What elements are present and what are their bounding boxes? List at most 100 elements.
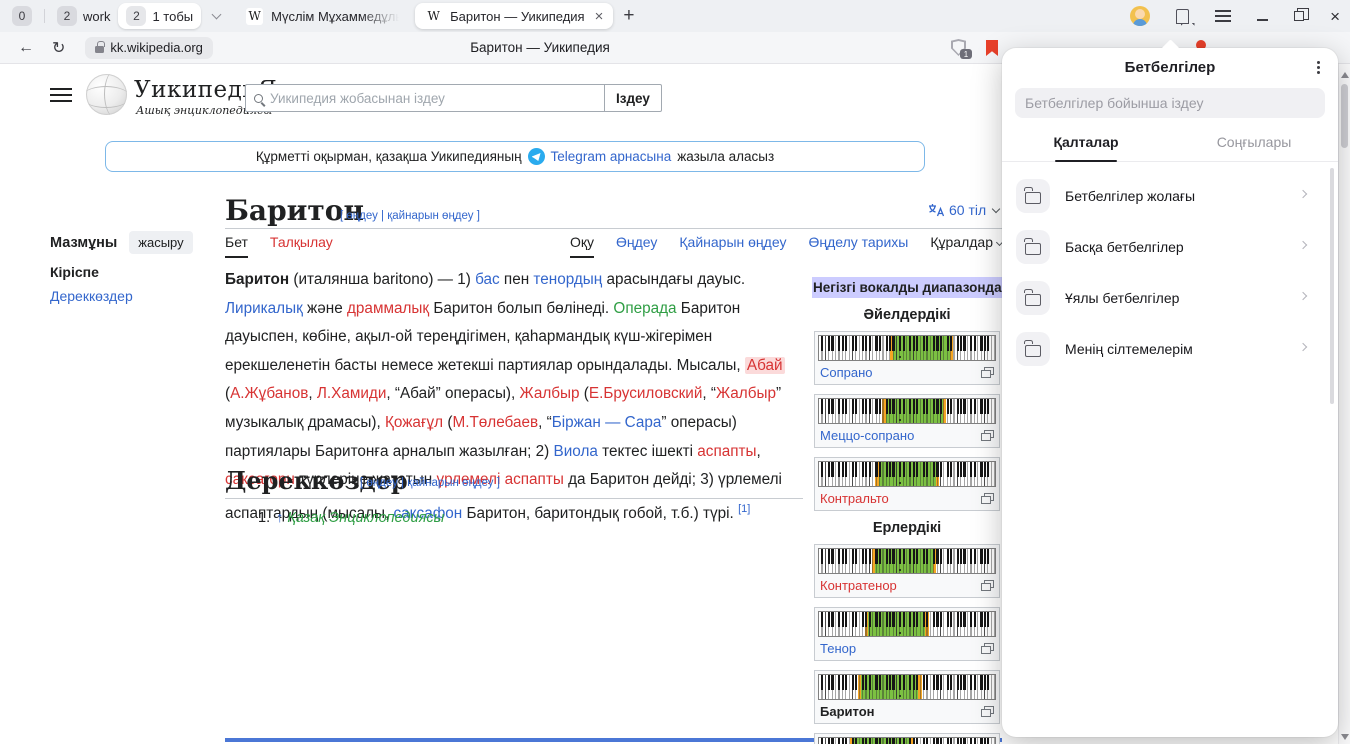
title-edit-links[interactable]: [ өңдеу | қайнарын өңдеу ] <box>340 210 480 222</box>
profile-avatar[interactable] <box>1130 6 1150 26</box>
middle-c-dot <box>899 632 902 635</box>
black-key <box>903 675 905 690</box>
wiki-search-box[interactable] <box>245 84 605 112</box>
article-link[interactable]: тенордың <box>533 271 602 288</box>
piano-range-image[interactable] <box>818 737 996 744</box>
bookmarks-scrollbar-thumb[interactable] <box>1330 168 1334 404</box>
article-tab[interactable]: Өңдеу <box>616 234 657 258</box>
article-link[interactable]: драммалық <box>347 300 429 317</box>
article-link[interactable]: Е.Брусиловский <box>589 385 703 402</box>
tab-group[interactable]: 2work <box>53 3 114 29</box>
bookmarks-panels-icon[interactable] <box>1176 9 1189 24</box>
back-button[interactable]: ← <box>18 39 34 57</box>
kebab-menu-icon[interactable] <box>1317 61 1320 64</box>
article-link[interactable]: Виола <box>554 443 598 460</box>
folder-row[interactable]: Менің сілтемелерім <box>1016 323 1332 374</box>
black-key <box>852 336 854 351</box>
folder-row[interactable]: Басқа бетбелгілер <box>1016 221 1332 272</box>
piano-range-image[interactable] <box>818 611 996 637</box>
references-edit-links[interactable]: [ өңдеу | қайнарын өңдеу ] <box>360 477 500 489</box>
black-key <box>828 399 830 414</box>
article-tab[interactable]: Өңделу тарихы <box>808 234 908 258</box>
protect-shield-icon[interactable]: 1 <box>951 39 968 57</box>
toc-hide-button[interactable]: жасыру <box>129 231 192 254</box>
article-link[interactable]: Біржан — Сара <box>552 414 662 431</box>
language-button[interactable]: 60 тіл <box>928 202 999 218</box>
voice-link[interactable]: Тенор <box>820 641 856 656</box>
voice-link[interactable]: Меццо-сопрано <box>820 428 914 443</box>
media-expand-icon[interactable] <box>981 367 994 378</box>
folder-row[interactable]: Бетбелгілер жолағы <box>1016 170 1332 221</box>
article-tab[interactable]: Талқылау <box>270 234 333 258</box>
article-link[interactable]: М.Төлебаев <box>452 414 538 431</box>
window-maximize-button[interactable] <box>1294 11 1304 21</box>
bookmarks-tab[interactable]: Қалталар <box>1002 122 1170 161</box>
middle-c-dot <box>899 482 902 485</box>
reference-link[interactable]: Қазақ Энциклопедиясы <box>287 510 444 526</box>
wiki-menu-icon[interactable] <box>50 88 72 102</box>
article-link[interactable]: аспапты <box>697 443 756 460</box>
article-link[interactable]: Абай <box>745 357 785 374</box>
article-tab[interactable]: Қайнарын өңдеу <box>679 234 786 258</box>
media-expand-icon[interactable] <box>981 643 994 654</box>
wiki-search-button[interactable]: Іздеу <box>604 84 662 112</box>
reload-button[interactable]: ↻ <box>52 38 65 58</box>
window-minimize-button[interactable] <box>1257 19 1268 21</box>
article-tab[interactable]: Оқу <box>570 234 594 258</box>
piano-range-image[interactable] <box>818 674 996 700</box>
piano-range-image[interactable] <box>818 548 996 574</box>
bookmarks-search-input[interactable] <box>1025 95 1315 111</box>
article-link[interactable]: Жалбыр <box>716 385 776 402</box>
wiki-search-input[interactable] <box>270 91 570 106</box>
page-scrollbar[interactable] <box>1338 64 1350 744</box>
media-expand-icon[interactable] <box>981 580 994 591</box>
folder-row[interactable]: Ұялы бетбелгілер <box>1016 272 1332 323</box>
new-tab-button[interactable]: + <box>623 5 634 27</box>
scrollbar-thumb[interactable] <box>1341 84 1348 148</box>
article-link[interactable]: бас <box>475 271 500 288</box>
browser-tab-active[interactable]: WБаритон — Уикипедия× <box>415 3 613 29</box>
bookmark-flag-icon[interactable] <box>986 40 998 56</box>
browser-tab[interactable]: WМүслім Мұхаммедұлы Ма <box>236 3 409 29</box>
article-tab[interactable]: Бет <box>225 234 248 258</box>
reference-backlink[interactable]: ↑ <box>276 510 283 526</box>
scroll-up-arrow[interactable] <box>1341 72 1349 78</box>
black-key <box>821 462 823 477</box>
tab-group[interactable]: 21 тобы <box>118 3 201 29</box>
url-pill[interactable]: kk.wikipedia.org <box>85 37 213 59</box>
article-link[interactable]: Операда <box>613 300 676 317</box>
tab-close-icon[interactable]: × <box>595 9 604 24</box>
black-key <box>842 549 844 564</box>
bookmarks-search-box[interactable] <box>1015 88 1325 118</box>
article-link[interactable]: А.Жұбанов <box>230 385 308 402</box>
toc-item[interactable]: Дереккөздер <box>50 288 133 304</box>
bookmarks-tab[interactable]: Соңғылары <box>1170 122 1338 161</box>
piano-range-image[interactable] <box>818 461 996 487</box>
article-link[interactable]: Қожағұл <box>385 414 443 431</box>
voice-link[interactable]: Контральто <box>820 491 889 506</box>
black-key <box>909 612 911 627</box>
telegram-link[interactable]: Telegram арнасына <box>551 149 672 164</box>
scroll-down-arrow[interactable] <box>1341 734 1349 740</box>
media-expand-icon[interactable] <box>981 493 994 504</box>
article-link[interactable]: Лирикалық <box>225 300 303 317</box>
article-link[interactable]: Жалбыр <box>520 385 580 402</box>
window-close-button[interactable]: × <box>1330 8 1340 25</box>
browser-menu-icon[interactable] <box>1215 10 1231 22</box>
tab-groups-chevron-icon[interactable] <box>212 10 222 20</box>
article-link[interactable]: Л.Хамиди <box>317 385 387 402</box>
article-tab[interactable]: Құралдар <box>930 234 1002 258</box>
piano-range-image[interactable] <box>818 335 996 361</box>
media-expand-icon[interactable] <box>981 430 994 441</box>
toc-item[interactable]: Кіріспе <box>50 264 99 280</box>
media-expand-icon[interactable] <box>981 706 994 717</box>
voice-link[interactable]: Контратенор <box>820 578 897 593</box>
browser-tab-bar: 0 2work21 тобы WМүслім Мұхаммедұлы МаWБар… <box>0 0 1350 32</box>
voice-label-row: Баритон <box>818 700 996 720</box>
piano-range-image[interactable] <box>818 398 996 424</box>
tab-group[interactable]: 0 <box>8 3 36 29</box>
voice-link[interactable]: Сопрано <box>820 365 873 380</box>
black-key <box>862 549 864 564</box>
wikipedia-logo[interactable] <box>86 74 127 115</box>
article-link[interactable]: [1] <box>738 503 750 515</box>
